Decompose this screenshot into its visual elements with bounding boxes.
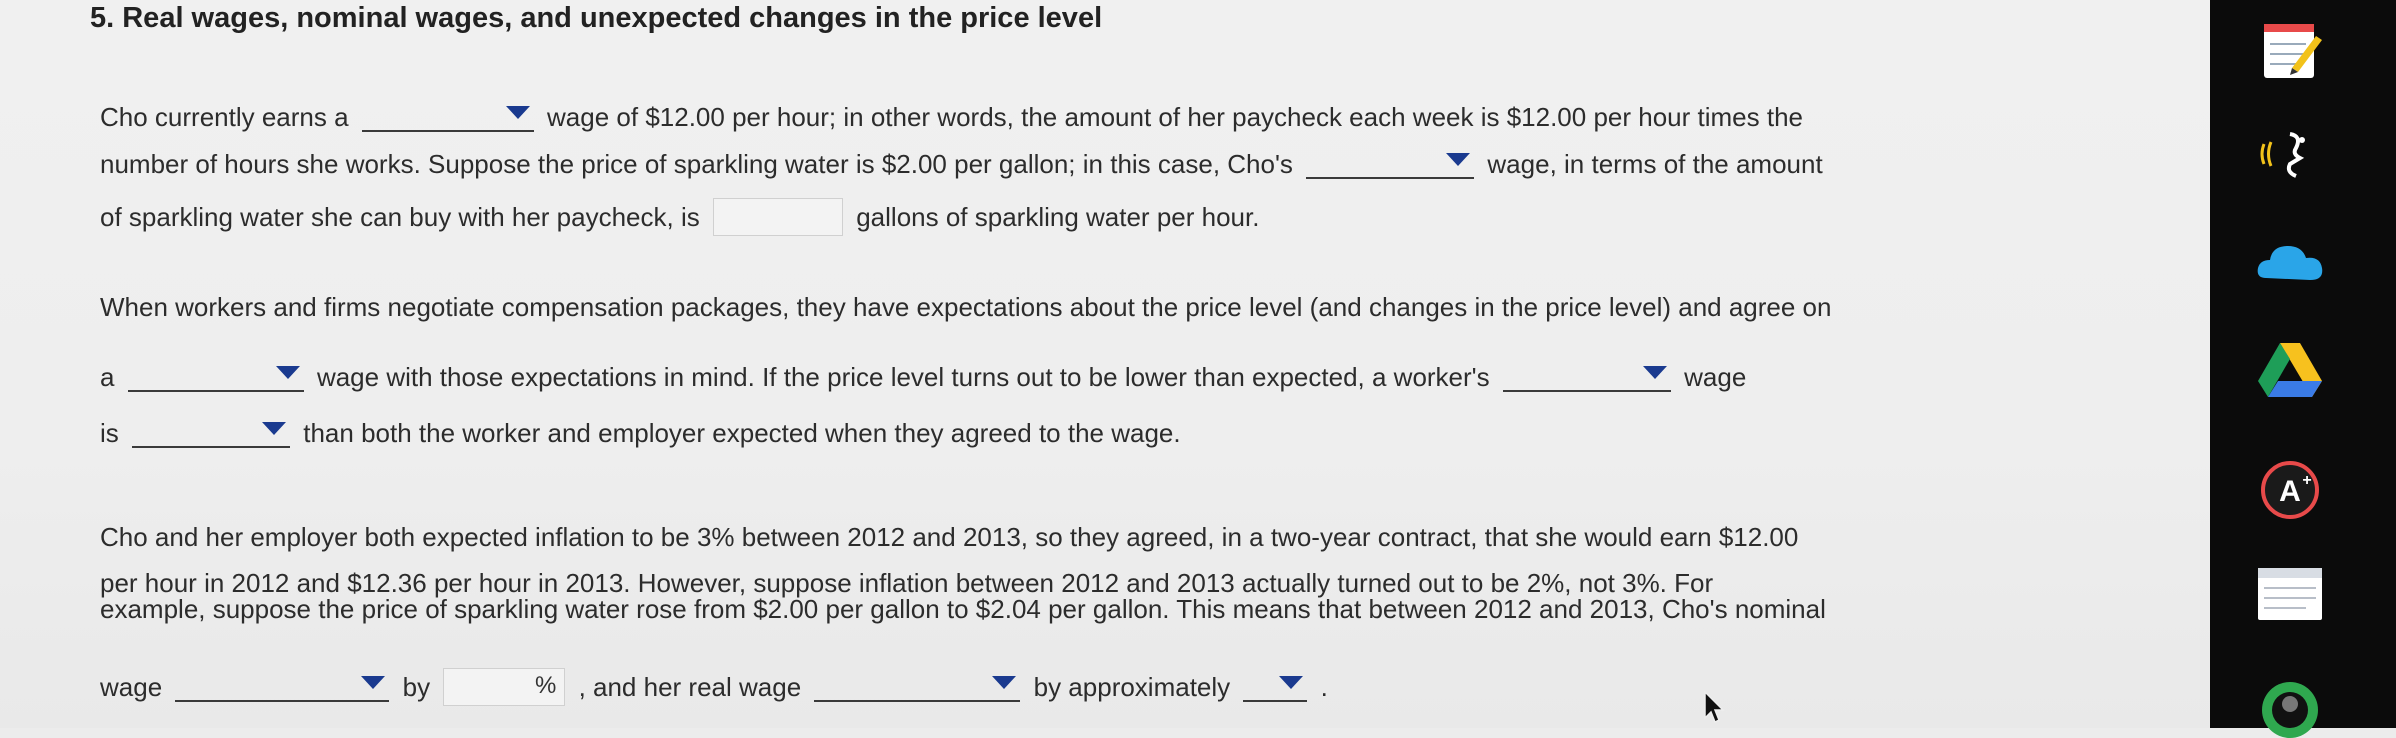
dropdown-arrow-icon: [275, 366, 300, 379]
p1-text-3a: of sparkling water she can buy with her …: [100, 202, 700, 232]
svg-text:A: A: [2279, 475, 2301, 508]
p2-text-3a: is: [100, 418, 119, 448]
real-change-dropdown[interactable]: [814, 670, 1021, 702]
document-icon[interactable]: [2250, 558, 2330, 628]
dropdown-arrow-icon: [1279, 676, 1304, 689]
p1-line-3: of sparkling water she can buy with her …: [100, 198, 1259, 236]
p1-text-2a: number of hours she works. Suppose the p…: [100, 149, 1293, 179]
p2-text-2a: a: [100, 362, 115, 392]
read-aloud-icon[interactable]: [2250, 118, 2330, 188]
p2-text-2b: wage with those expectations in mind. If…: [316, 362, 1490, 392]
svg-text:+: +: [2302, 472, 2311, 489]
p1-line-1: Cho currently earns a wage of $12.00 per…: [100, 100, 1803, 133]
approx-amount-dropdown[interactable]: [1243, 670, 1308, 702]
p2-text-3b: than both the worker and employer expect…: [303, 418, 1181, 448]
p3-text-4c: , and her real wage: [578, 672, 802, 702]
percent-unit: %: [534, 672, 557, 699]
grade-plus-icon[interactable]: A +: [2250, 455, 2330, 525]
p1-text-3b: gallons of sparkling water per hour.: [856, 202, 1260, 232]
dropdown-arrow-icon: [1642, 366, 1667, 379]
comparison-dropdown[interactable]: [132, 416, 291, 448]
p1-text-1b: wage of $12.00 per hour; in other words,…: [547, 102, 1804, 132]
mouse-pointer-icon: [1704, 690, 1725, 724]
p1-text-1a: Cho currently earns a: [100, 102, 349, 132]
p3-text-4e: .: [1320, 672, 1328, 702]
drive-icon[interactable]: [2250, 335, 2330, 405]
percent-input[interactable]: %: [443, 668, 566, 706]
wage-type-dropdown-3[interactable]: [127, 360, 304, 392]
wage-type-dropdown-2[interactable]: [1306, 147, 1475, 179]
nominal-change-dropdown[interactable]: [175, 670, 390, 702]
dropdown-arrow-icon: [505, 106, 530, 119]
extension-sidebar: A +: [2210, 0, 2396, 738]
dropdown-arrow-icon: [1446, 153, 1471, 166]
wage-type-dropdown-4[interactable]: [1502, 360, 1671, 392]
p3-text-4d: by approximately: [1033, 672, 1231, 702]
p1-line-2: number of hours she works. Suppose the p…: [100, 147, 1823, 180]
p3-line-3: example, suppose the price of sparkling …: [100, 594, 1826, 624]
dropdown-arrow-icon: [262, 422, 287, 435]
p2-line-1: When workers and firms negotiate compens…: [100, 292, 1832, 322]
cloud-icon[interactable]: [2250, 228, 2330, 298]
notes-icon[interactable]: [2250, 18, 2330, 88]
dropdown-arrow-icon: [361, 676, 386, 689]
gallons-input[interactable]: [712, 198, 843, 236]
p2-text-2c: wage: [1684, 362, 1747, 392]
wage-type-dropdown-1[interactable]: [361, 100, 534, 132]
p3-text-4a: wage: [100, 672, 163, 702]
question-panel: 5. Real wages, nominal wages, and unexpe…: [0, 0, 2210, 728]
p2-line-2: a wage with those expectations in mind. …: [100, 360, 1746, 393]
p3-line-1: Cho and her employer both expected infla…: [100, 522, 1799, 552]
p3-line-4: wage by % , and her real wage by approxi…: [100, 668, 1328, 706]
dropdown-arrow-icon: [992, 676, 1017, 689]
p2-line-3: is than both the worker and employer exp…: [100, 416, 1181, 449]
p3-text-4b: by: [402, 672, 431, 702]
question-title: 5. Real wages, nominal wages, and unexpe…: [90, 2, 1103, 34]
p1-text-2b: wage, in terms of the amount: [1487, 149, 1823, 179]
